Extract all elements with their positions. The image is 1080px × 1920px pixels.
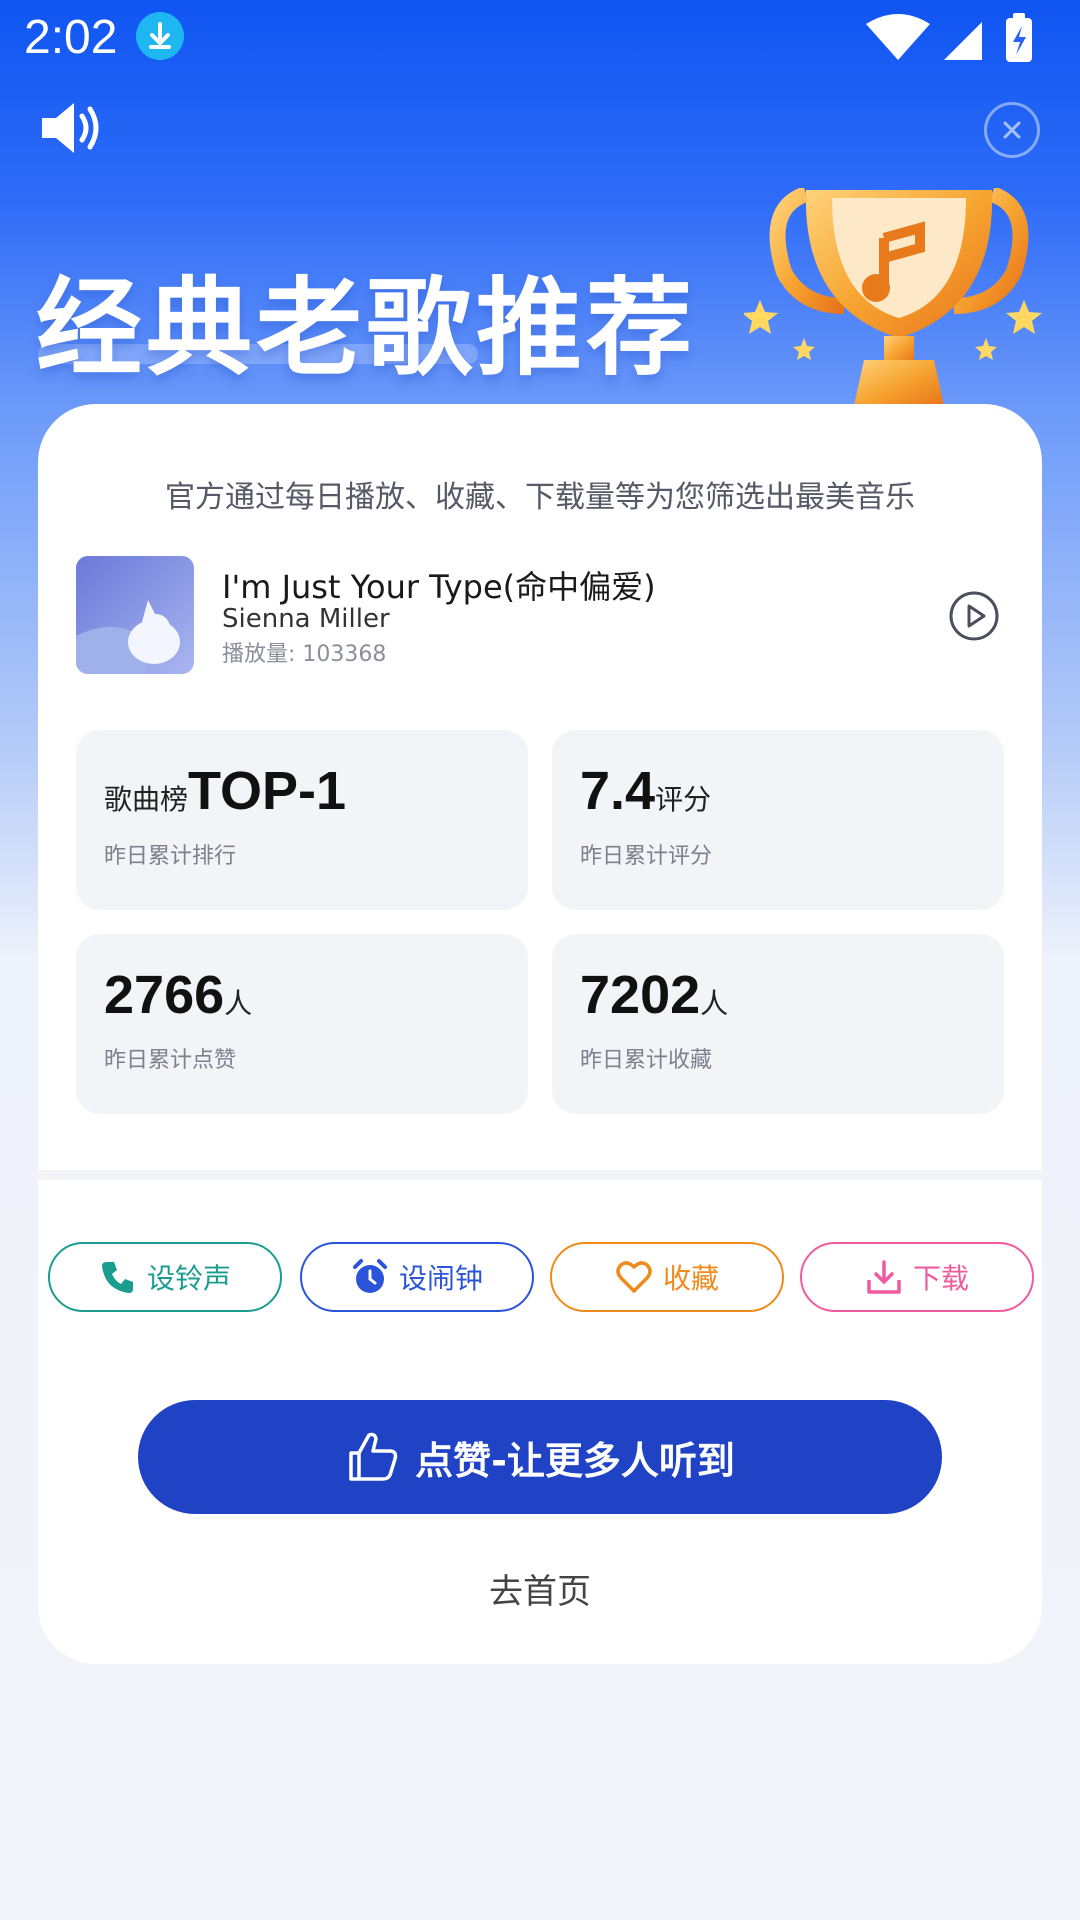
- download-icon: [867, 1260, 901, 1294]
- album-cover[interactable]: [76, 556, 194, 674]
- download-button[interactable]: 下载: [800, 1242, 1034, 1312]
- stat-label: 昨日累计收藏: [580, 1048, 713, 1073]
- stat-suffix: 人: [700, 987, 729, 1020]
- stat-label: 昨日累计评分: [580, 844, 713, 869]
- song-artist: Sienna Miller: [222, 604, 390, 634]
- stat-prefix: 歌曲榜: [104, 783, 189, 816]
- signal-icon: [944, 22, 982, 60]
- status-bar: 2:02: [0, 0, 1080, 80]
- set-alarm-button[interactable]: 设闹钟: [300, 1242, 534, 1312]
- stat-suffix: 评分: [655, 783, 712, 816]
- thumbs-up-icon: [349, 1432, 398, 1481]
- heart-icon: [616, 1261, 652, 1293]
- status-icons: [866, 13, 1032, 62]
- stat-label: 昨日累计排行: [104, 844, 237, 869]
- stat-likes: 2766人 昨日累计点赞: [76, 934, 528, 1114]
- phone-icon: [101, 1262, 133, 1293]
- stat-rating: 7.4评分 昨日累计评分: [552, 730, 1004, 910]
- like-cta-label: 点赞-让更多人听到: [415, 1438, 735, 1483]
- close-icon[interactable]: [984, 102, 1040, 158]
- song-card: 官方通过每日播放、收藏、下载量等为您筛选出最美音乐 I'm Just Your …: [38, 404, 1042, 1664]
- alarm-clock-icon: [352, 1259, 387, 1293]
- favorite-button[interactable]: 收藏: [550, 1242, 784, 1312]
- status-time: 2:02: [24, 11, 118, 64]
- speaker-icon[interactable]: [40, 100, 102, 156]
- like-cta-button[interactable]: 点赞-让更多人听到: [138, 1400, 942, 1514]
- page-title: 经典老歌推荐: [36, 267, 696, 390]
- set-ringtone-label: 设铃声: [146, 1262, 231, 1295]
- song-title: I'm Just Your Type(命中偏爱): [222, 568, 656, 606]
- set-alarm-label: 设闹钟: [398, 1262, 483, 1295]
- stat-favorites: 7202人 昨日累计收藏: [552, 934, 1004, 1114]
- stat-value: TOP-1: [188, 761, 347, 821]
- trophy-icon: [744, 188, 1042, 406]
- stat-suffix: 人: [224, 987, 253, 1020]
- stat-rank: 歌曲榜TOP-1 昨日累计排行: [76, 730, 528, 910]
- stat-label: 昨日累计点赞: [104, 1048, 237, 1073]
- set-ringtone-button[interactable]: 设铃声: [48, 1242, 282, 1312]
- download-icon: [136, 12, 184, 60]
- card-subtitle: 官方通过每日播放、收藏、下载量等为您筛选出最美音乐: [165, 480, 915, 515]
- stat-value: 7202: [580, 965, 701, 1025]
- play-icon[interactable]: [948, 590, 1000, 642]
- battery-icon: [1006, 13, 1032, 62]
- download-label: 下载: [912, 1262, 969, 1295]
- divider: [38, 1170, 1042, 1180]
- wifi-icon: [866, 14, 930, 60]
- go-home-link[interactable]: 去首页: [38, 1564, 1042, 1613]
- stat-value: 2766: [104, 965, 225, 1025]
- song-play-count: 播放量: 103368: [222, 642, 387, 667]
- stat-value: 7.4: [580, 761, 656, 821]
- favorite-label: 收藏: [662, 1262, 719, 1295]
